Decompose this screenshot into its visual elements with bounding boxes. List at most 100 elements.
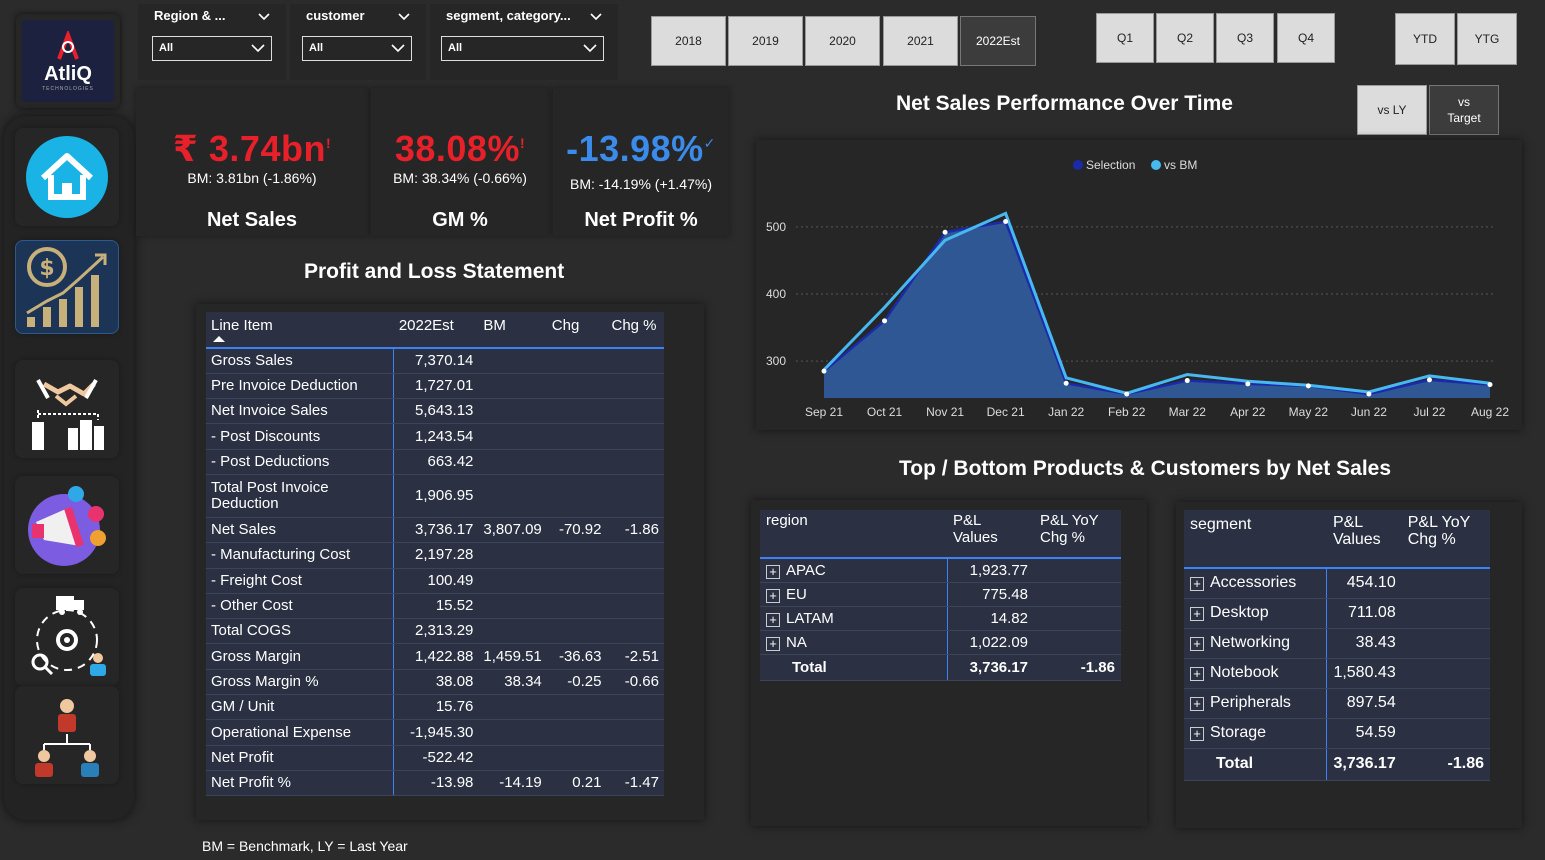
expand-plus-icon[interactable]: + xyxy=(766,612,780,627)
x-tick-label: Oct 21 xyxy=(867,405,903,419)
segment-row[interactable]: + Notebook 1,580.43 xyxy=(1184,658,1490,689)
segment-slicer-label: segment, category... xyxy=(446,8,571,23)
expand-plus-icon[interactable]: + xyxy=(1190,577,1204,592)
sidebar-item-executive[interactable] xyxy=(15,686,119,784)
segment-row[interactable]: + Peripherals 897.54 xyxy=(1184,688,1490,719)
pl-col-chg[interactable]: Chg xyxy=(546,312,607,349)
sidebar-item-supply-chain[interactable] xyxy=(15,588,119,686)
segment-total-cell: Total xyxy=(1184,748,1328,781)
chevron-down-icon[interactable] xyxy=(590,10,602,22)
quarter-button-q1[interactable]: Q1 xyxy=(1096,13,1154,63)
pl-line-item: Gross Margin xyxy=(206,643,395,670)
segment-row[interactable]: + Accessories 454.10 xyxy=(1184,568,1490,599)
customer-dropdown[interactable]: All xyxy=(302,36,412,61)
chart-card: 300 400 500 Sep 21 Oct 21 Nov 21 Dec 21 Jan 22 F… xyxy=(756,140,1522,430)
ytg-button[interactable]: YTG xyxy=(1457,13,1517,65)
vs-target-button[interactable]: vs Target xyxy=(1429,85,1499,135)
segment-name: Networking xyxy=(1210,634,1291,651)
region-total-cell: Total xyxy=(760,654,948,681)
pl-col-2022est[interactable]: 2022Est xyxy=(393,312,479,349)
gm-value: 38.08% xyxy=(394,128,520,169)
quarter-button-q2[interactable]: Q2 xyxy=(1156,13,1214,63)
region-name: NA xyxy=(786,633,807,651)
net-sales-chart: 300 400 500 Sep 21 Oct 21 Nov 21 Dec 21 Jan 22 F… xyxy=(766,158,1509,419)
kpi-net-profit-value: -13.98%✓ xyxy=(553,128,729,170)
pl-cell xyxy=(478,719,547,746)
segment-header-row: segment P&L Values P&L YoY Chg % xyxy=(1184,510,1490,569)
segment-col-values[interactable]: P&L Values xyxy=(1326,510,1402,569)
region-row[interactable]: + EU 775.48 xyxy=(760,582,1121,607)
pl-col-line-item[interactable]: Line Item xyxy=(206,312,394,349)
expand-plus-icon[interactable]: + xyxy=(1190,637,1204,651)
pl-line-item: - Other Cost xyxy=(206,593,395,620)
customer-dropdown-value: All xyxy=(309,42,324,54)
segment-value-cell: 54.59 xyxy=(1326,718,1402,749)
pl-col-bm[interactable]: BM xyxy=(478,312,547,349)
vs-target-line2: Target xyxy=(1447,111,1481,125)
chevron-down-icon[interactable] xyxy=(258,10,270,22)
region-col-region[interactable]: region xyxy=(760,510,947,559)
year-button-2020[interactable]: 2020 xyxy=(805,16,880,66)
year-button-2021[interactable]: 2021 xyxy=(883,16,958,66)
pl-cell: 2,313.29 xyxy=(393,618,479,645)
quarter-button-q3[interactable]: Q3 xyxy=(1216,13,1274,63)
pl-row: Gross Margin 1,422.88 1,459.51 -36.63 -2.51 xyxy=(206,643,664,670)
pl-cell xyxy=(478,618,547,645)
segment-row[interactable]: + Networking 38.43 xyxy=(1184,628,1490,659)
region-col-values[interactable]: P&L Values xyxy=(947,510,1034,559)
kpi-gm-value: 38.08%! xyxy=(371,128,549,170)
ytd-button[interactable]: YTD xyxy=(1395,13,1455,65)
region-value-cell xyxy=(1034,582,1121,607)
year-button-2019[interactable]: 2019 xyxy=(728,16,803,66)
expand-plus-icon[interactable]: + xyxy=(1190,727,1204,741)
year-button-2022est[interactable]: 2022Est xyxy=(960,16,1036,66)
expand-plus-icon[interactable]: + xyxy=(766,588,780,603)
segment-row[interactable]: + Storage 54.59 xyxy=(1184,718,1490,749)
region-row[interactable]: + NA 1,022.09 xyxy=(760,630,1121,655)
segment-value-cell xyxy=(1401,658,1490,689)
segment-col-segment[interactable]: segment xyxy=(1184,510,1327,569)
chevron-down-icon[interactable] xyxy=(398,10,410,22)
pl-col-chg-pct[interactable]: Chg % xyxy=(606,312,664,349)
pl-row: Net Invoice Sales 5,643.13 xyxy=(206,398,664,425)
sidebar-item-finance[interactable]: $ xyxy=(15,240,119,334)
sidebar-item-marketing[interactable] xyxy=(15,476,119,574)
segment-value-cell xyxy=(1401,628,1490,659)
sidebar-item-home[interactable] xyxy=(15,128,119,226)
region-row[interactable]: + LATAM 14.82 xyxy=(760,606,1121,631)
pl-cell xyxy=(546,449,607,475)
expand-plus-icon[interactable]: + xyxy=(1190,667,1204,681)
expand-plus-icon[interactable]: + xyxy=(766,636,780,651)
footnote: BM = Benchmark, LY = Last Year xyxy=(202,838,408,854)
segment-name-cell: + Storage xyxy=(1184,718,1328,749)
supply-chain-icon xyxy=(31,596,106,676)
region-col-yoy[interactable]: P&L YoY Chg % xyxy=(1034,510,1121,559)
expand-plus-icon[interactable]: + xyxy=(1190,607,1204,621)
pl-line-item: Pre Invoice Deduction xyxy=(206,373,395,400)
y-tick-label: 400 xyxy=(766,287,786,301)
region-value-cell: 14.82 xyxy=(947,606,1034,631)
pl-cell: 1,727.01 xyxy=(393,373,479,400)
x-tick-label: Jan 22 xyxy=(1048,405,1084,419)
expand-plus-icon[interactable]: + xyxy=(766,564,780,579)
expand-plus-icon[interactable]: + xyxy=(1190,697,1204,711)
kpi-net-sales-name: Net Sales xyxy=(206,209,298,231)
pl-header-row: Line Item 2022Est BM Chg Chg % xyxy=(206,312,664,349)
region-dropdown[interactable]: All xyxy=(152,36,272,61)
sidebar-item-sales[interactable] xyxy=(15,360,119,458)
segment-col-yoy[interactable]: P&L YoY Chg % xyxy=(1401,510,1490,569)
segment-value-cell xyxy=(1401,568,1490,599)
quarter-button-q4[interactable]: Q4 xyxy=(1277,13,1335,63)
vs-ly-button[interactable]: vs LY xyxy=(1357,85,1427,135)
team-icon xyxy=(35,699,99,777)
pl-line-item: Operational Expense xyxy=(206,719,395,746)
selection-point xyxy=(882,318,888,324)
year-button-2018[interactable]: 2018 xyxy=(651,16,726,66)
pl-row: Net Sales 3,736.17 3,807.09 -70.92 -1.86 xyxy=(206,517,664,544)
segment-table: segment P&L Values P&L YoY Chg % + Access… xyxy=(1184,510,1490,781)
segment-row[interactable]: + Desktop 711.08 xyxy=(1184,598,1490,629)
pl-cell: 1,906.95 xyxy=(393,474,479,518)
segment-dropdown[interactable]: All xyxy=(441,36,604,61)
region-row[interactable]: + APAC 1,923.77 xyxy=(760,558,1121,583)
pl-cell: -522.42 xyxy=(393,745,479,771)
